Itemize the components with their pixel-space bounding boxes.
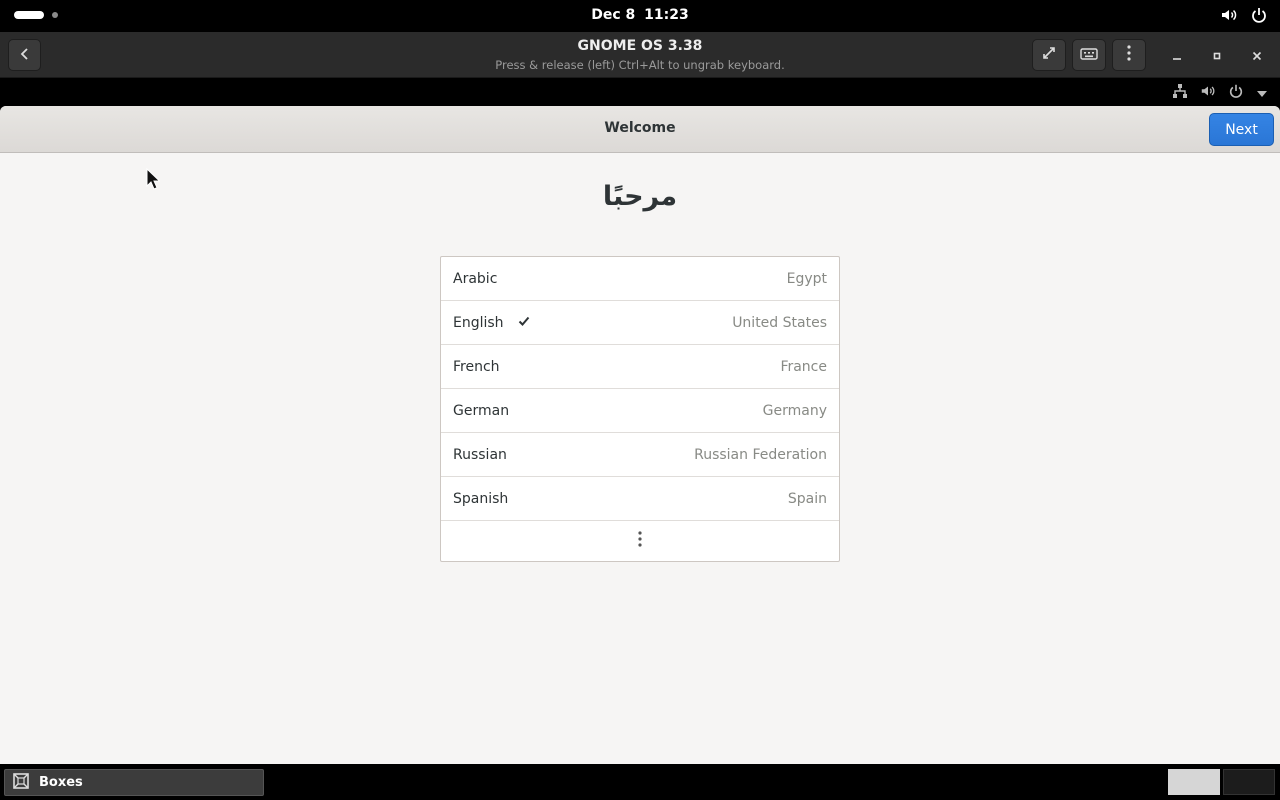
more-vertical-icon <box>1127 45 1131 65</box>
volume-icon[interactable] <box>1220 6 1238 28</box>
menu-button[interactable] <box>1112 39 1146 71</box>
workspace-switcher-2[interactable] <box>1223 769 1275 795</box>
language-name: Russian <box>453 446 507 463</box>
maximize-icon <box>1211 47 1223 66</box>
maximize-button[interactable] <box>1205 44 1229 68</box>
language-name: French <box>453 358 500 375</box>
language-row-english[interactable]: English United States <box>441 301 839 345</box>
fullscreen-button[interactable] <box>1032 39 1066 71</box>
network-wired-icon[interactable] <box>1172 83 1188 103</box>
chevron-down-icon[interactable] <box>1256 84 1268 103</box>
more-vertical-icon <box>638 531 642 551</box>
keyboard-icon <box>1080 46 1098 65</box>
close-button[interactable] <box>1245 44 1269 68</box>
power-icon[interactable] <box>1250 6 1268 28</box>
language-row-arabic[interactable]: Arabic Egypt <box>441 257 839 301</box>
power-icon[interactable] <box>1228 83 1244 103</box>
language-region: Egypt <box>786 270 827 287</box>
fullscreen-icon <box>1041 45 1057 65</box>
workspace-switcher-1[interactable] <box>1168 769 1220 795</box>
language-region: France <box>780 358 827 375</box>
welcome-heading: مرحبًا <box>602 181 678 212</box>
more-languages-button[interactable] <box>441 521 839 561</box>
language-row-german[interactable]: German Germany <box>441 389 839 433</box>
keyboard-button[interactable] <box>1072 39 1106 71</box>
clock-date: Dec 8 <box>591 7 636 23</box>
boxes-header-bar: GNOME OS 3.38 Press & release (left) Ctr… <box>0 32 1280 78</box>
language-region: Germany <box>762 402 827 419</box>
host-top-bar: Dec 8 11:23 <box>0 0 1280 32</box>
language-name: Arabic <box>453 270 498 287</box>
language-row-french[interactable]: French France <box>441 345 839 389</box>
window-title: Welcome <box>604 120 676 136</box>
language-name: English <box>453 314 504 331</box>
taskbar-label: Boxes <box>39 775 83 790</box>
boxes-app-icon <box>11 771 31 795</box>
minimize-button[interactable] <box>1165 44 1189 68</box>
language-name: German <box>453 402 510 419</box>
close-icon <box>1251 47 1263 66</box>
clock[interactable]: Dec 8 11:23 <box>0 7 1280 23</box>
language-row-russian[interactable]: Russian Russian Federation <box>441 433 839 477</box>
language-region: Spain <box>787 490 827 507</box>
language-region: Russian Federation <box>694 446 827 463</box>
mouse-pointer-icon <box>146 167 161 194</box>
language-region: United States <box>732 314 827 331</box>
welcome-window: Welcome Next مرحبًا Arabic Egypt English… <box>0 106 1280 764</box>
volume-icon[interactable] <box>1200 83 1216 103</box>
taskbar-item-boxes[interactable]: Boxes <box>4 769 264 796</box>
clock-time: 11:23 <box>644 7 689 23</box>
minimize-icon <box>1171 47 1183 66</box>
checkmark-icon <box>518 315 530 331</box>
window-header-bar: Welcome Next <box>0 106 1280 153</box>
guest-top-bar <box>0 78 1280 106</box>
language-row-spanish[interactable]: Spanish Spain <box>441 477 839 521</box>
language-list: Arabic Egypt English United States Frenc… <box>440 256 840 562</box>
next-button[interactable]: Next <box>1209 113 1274 146</box>
language-name: Spanish <box>453 490 509 507</box>
host-bottom-panel: Boxes <box>0 764 1280 800</box>
